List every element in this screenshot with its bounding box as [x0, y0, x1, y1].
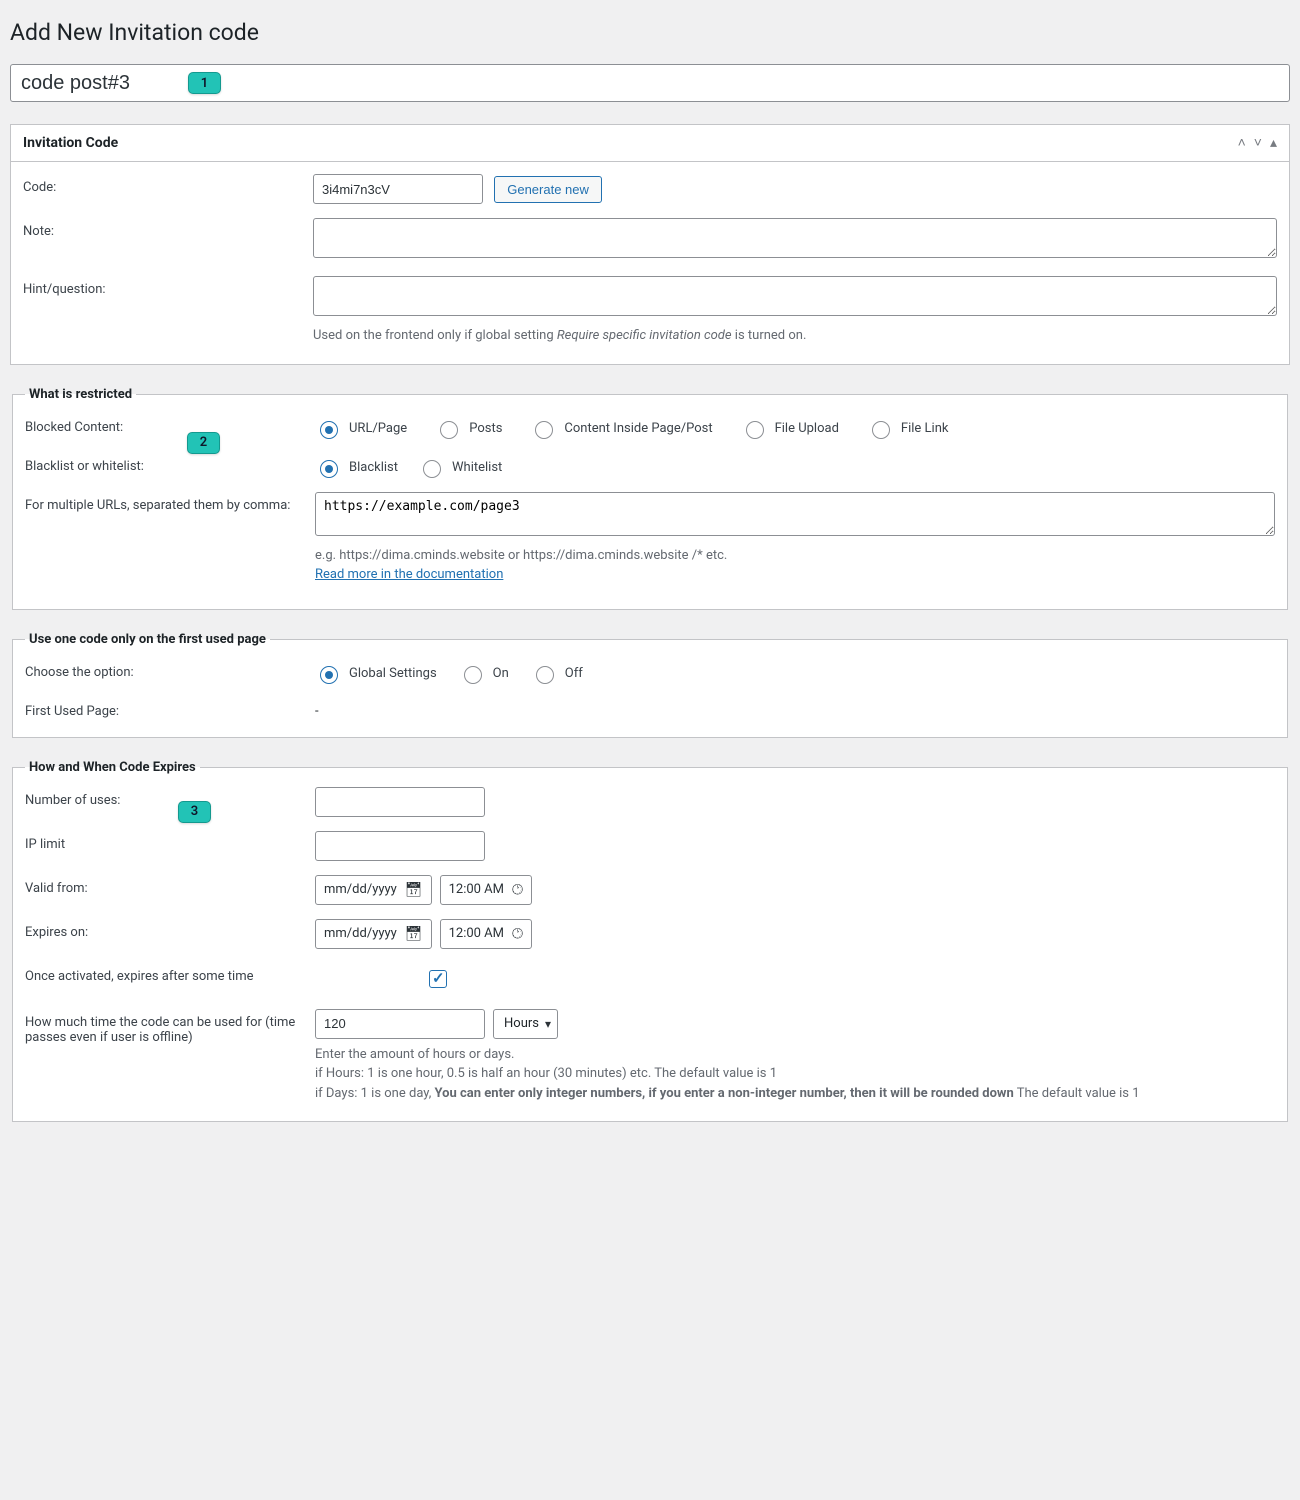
- clock-icon: 🕐︎: [512, 881, 523, 898]
- note-textarea[interactable]: [313, 218, 1277, 258]
- bw-label: Blacklist or whitelist:: [25, 453, 315, 474]
- urls-help-text: e.g. https://dima.cminds.website or http…: [315, 546, 1275, 585]
- hint-help-text: Used on the frontend only if global sett…: [313, 326, 1277, 346]
- blocked-posts-radio[interactable]: Posts: [435, 418, 502, 439]
- duration-value-input[interactable]: [315, 1009, 485, 1039]
- metabox-title: Invitation Code: [23, 135, 118, 151]
- choose-global-radio[interactable]: Global Settings: [315, 663, 437, 684]
- generate-new-button[interactable]: Generate new: [494, 176, 602, 203]
- blocked-content-inside-radio[interactable]: Content Inside Page/Post: [530, 418, 712, 439]
- metabox-toggle-icon[interactable]: ▴: [1270, 136, 1277, 150]
- choose-on-radio[interactable]: On: [459, 663, 509, 684]
- first-used-legend: Use one code only on the first used page: [25, 632, 270, 647]
- whitelist-radio[interactable]: Whitelist: [418, 457, 502, 478]
- what-is-restricted-group: What is restricted 2 Blocked Content: UR…: [12, 387, 1288, 610]
- calendar-icon: 📅︎: [405, 881, 423, 898]
- page-title: Add New Invitation code: [10, 10, 1290, 50]
- blocked-file-link-radio[interactable]: File Link: [867, 418, 949, 439]
- number-of-uses-label: Number of uses:: [25, 787, 315, 808]
- duration-help-text: Enter the amount of hours or days. if Ho…: [315, 1045, 1275, 1104]
- read-more-doc-link[interactable]: Read more in the documentation: [315, 567, 503, 582]
- invitation-code-metabox: Invitation Code ˄ ˅ ▴ Code: Generate new…: [10, 124, 1290, 365]
- duration-unit-select[interactable]: Hours ▾: [493, 1009, 558, 1039]
- number-of-uses-input[interactable]: [315, 787, 485, 817]
- expires-on-date-input[interactable]: mm/dd/yyyy 📅︎: [315, 919, 432, 949]
- ip-limit-input[interactable]: [315, 831, 485, 861]
- valid-from-label: Valid from:: [25, 875, 315, 896]
- calendar-icon: 📅︎: [405, 925, 423, 942]
- first-used-page-group: Use one code only on the first used page…: [12, 632, 1288, 738]
- blocked-content-label: Blocked Content:: [25, 414, 315, 435]
- blocked-url-page-radio[interactable]: URL/Page: [315, 418, 407, 439]
- blocked-file-upload-radio[interactable]: File Upload: [741, 418, 839, 439]
- note-label: Note:: [23, 218, 313, 239]
- choose-option-label: Choose the option:: [25, 659, 315, 680]
- code-input[interactable]: [313, 174, 483, 204]
- annotation-badge-2: 2: [187, 432, 220, 454]
- metabox-order-up-icon[interactable]: ˄: [1238, 136, 1246, 150]
- expires-on-time-input[interactable]: 12:00 AM 🕐︎: [440, 919, 533, 949]
- choose-off-radio[interactable]: Off: [531, 663, 583, 684]
- code-label: Code:: [23, 174, 313, 195]
- once-activated-label: Once activated, expires after some time: [25, 963, 425, 984]
- first-used-page-label: First Used Page:: [25, 698, 315, 719]
- expires-on-label: Expires on:: [25, 919, 315, 940]
- blacklist-radio[interactable]: Blacklist: [315, 457, 398, 478]
- duration-label: How much time the code can be used for (…: [25, 1009, 315, 1045]
- once-activated-checkbox[interactable]: [429, 970, 447, 988]
- metabox-order-down-icon[interactable]: ˅: [1254, 136, 1262, 150]
- chevron-down-icon: ▾: [545, 1017, 551, 1031]
- urls-textarea[interactable]: https://example.com/page3: [315, 492, 1275, 536]
- annotation-badge-1: 1: [188, 72, 221, 94]
- hint-textarea[interactable]: [313, 276, 1277, 316]
- code-expires-group: How and When Code Expires 3 Number of us…: [12, 760, 1288, 1123]
- clock-icon: 🕐︎: [512, 925, 523, 942]
- valid-from-time-input[interactable]: 12:00 AM 🕐︎: [440, 875, 533, 905]
- expires-legend: How and When Code Expires: [25, 760, 200, 775]
- ip-limit-label: IP limit: [25, 831, 315, 852]
- valid-from-date-input[interactable]: mm/dd/yyyy 📅︎: [315, 875, 432, 905]
- hint-label: Hint/question:: [23, 276, 313, 297]
- restricted-legend: What is restricted: [25, 387, 136, 402]
- first-used-page-value: -: [315, 698, 1275, 719]
- urls-label: For multiple URLs, separated them by com…: [25, 492, 315, 513]
- annotation-badge-3: 3: [178, 801, 211, 823]
